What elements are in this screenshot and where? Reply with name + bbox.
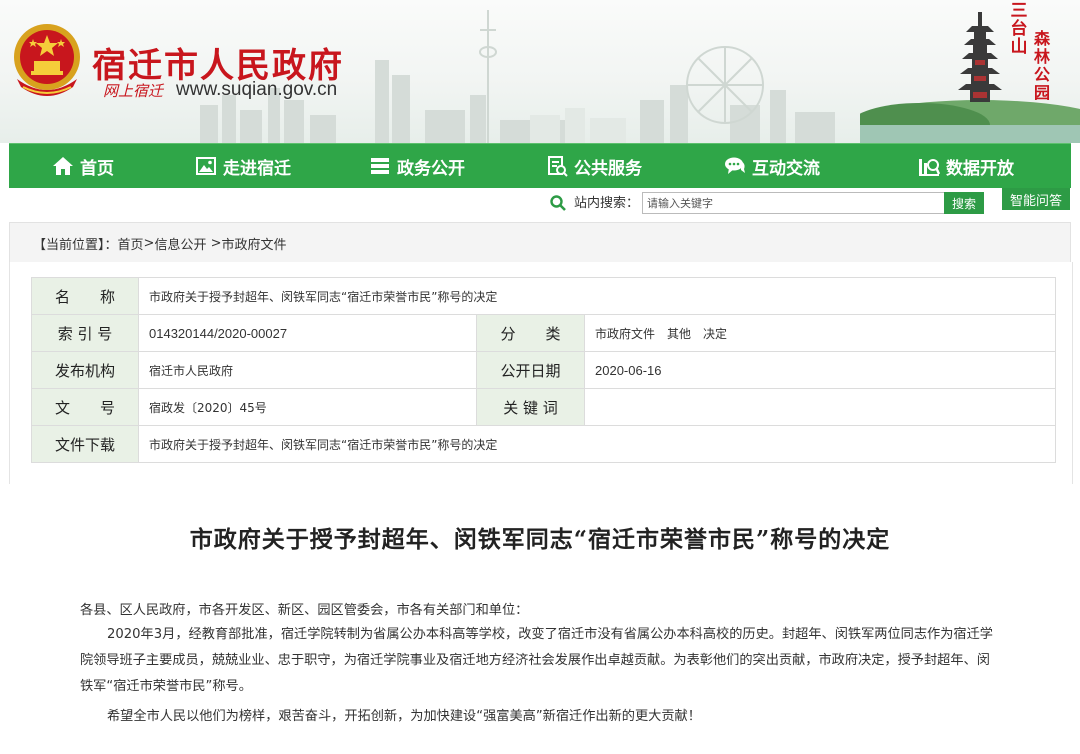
breadcrumb-gov-files[interactable]: 市政府文件: [222, 234, 287, 253]
search-icon[interactable]: [549, 194, 567, 212]
nav-label-open-data: 数据开放: [946, 158, 1014, 179]
document-info-panel: 名 称 市政府关于授予封超年、闵铁军同志“宿迁市荣誉市民”称号的决定 索 引 号…: [9, 262, 1073, 484]
breadcrumb: 【当前位置】： 首页 > 信息公开 > 市政府文件: [9, 222, 1071, 264]
search-input[interactable]: [642, 192, 948, 214]
table-row: 文 号 宿政发〔2020〕45号 关 键 词: [31, 388, 1056, 426]
image-icon: [196, 157, 216, 175]
home-icon: [53, 157, 73, 175]
list-icon: [371, 158, 389, 174]
document-info-table: 名 称 市政府关于授予封超年、闵铁军同志“宿迁市荣誉市民”称号的决定 索 引 号…: [31, 277, 1056, 463]
nav-label-interaction: 互动交流: [752, 158, 820, 179]
breadcrumb-info-open[interactable]: 信息公开: [154, 234, 206, 253]
keywords-value: [584, 388, 1056, 426]
index-label: 索 引 号: [31, 314, 139, 352]
download-label: 文件下载: [31, 425, 139, 463]
article-paragraph: 2020年3月，经教育部批准，宿迁学院转制为省属公办本科高等学校，改变了宿迁市没…: [80, 627, 993, 694]
table-row: 文件下载 市政府关于授予封超年、闵铁军同志“宿迁市荣誉市民”称号的决定: [31, 425, 1056, 463]
nav-item-public-service[interactable]: 公共服务: [505, 144, 683, 188]
name-value: 市政府关于授予封超年、闵铁军同志“宿迁市荣誉市民”称号的决定: [138, 277, 1056, 315]
article-salutation: 各县、区人民政府，市各开发区、新区、园区管委会，市各有关部门和单位：: [80, 603, 529, 618]
keywords-label: 关 键 词: [476, 388, 585, 426]
nav-item-interaction[interactable]: 互动交流: [683, 144, 861, 188]
nav-item-gov-affairs[interactable]: 政务公开: [329, 144, 505, 188]
breadcrumb-home[interactable]: 首页: [118, 234, 144, 253]
nav-label-about: 走进宿迁: [223, 158, 291, 179]
nav-item-open-data[interactable]: 数据开放: [861, 144, 1071, 188]
site-header: 宿迁市人民政府 网上宿迁 www.suqian.gov.cn 三台山 森林公园: [0, 0, 1080, 143]
breadcrumb-label: 【当前位置】：: [33, 237, 118, 253]
breadcrumb-separator: >: [210, 235, 222, 251]
search-label: 站内搜索：: [574, 196, 640, 211]
publisher-label: 发布机构: [31, 351, 139, 389]
smart-qa-button[interactable]: 智能问答: [1002, 188, 1070, 210]
service-icon: [548, 156, 568, 177]
article-paragraph: 希望全市人民以他们为榜样，艰苦奋斗，开拓创新，为加快建设“强富美高”新宿迁作出新…: [107, 709, 701, 724]
date-label: 公开日期: [476, 351, 585, 389]
main-nav: 首页 走进宿迁 政务公开 公共服务 互动交流 数据开放: [9, 143, 1071, 188]
index-value: 014320144/2020-00027: [138, 314, 477, 352]
table-row: 名 称 市政府关于授予封超年、闵铁军同志“宿迁市荣誉市民”称号的决定: [31, 277, 1056, 315]
calligraphy-park: 森林公园: [1033, 29, 1050, 102]
site-slogan: 网上宿迁: [103, 82, 164, 100]
table-row: 索 引 号 014320144/2020-00027 分 类 市政府文件 其他 …: [31, 314, 1056, 352]
download-link[interactable]: 市政府关于授予封超年、闵铁军同志“宿迁市荣誉市民”称号的决定: [138, 425, 1056, 463]
site-url[interactable]: www.suqian.gov.cn: [176, 79, 337, 101]
nav-item-about[interactable]: 走进宿迁: [157, 144, 329, 188]
data-icon: [919, 159, 940, 176]
category-value: 市政府文件 其他 决定: [584, 314, 1056, 352]
nav-item-home[interactable]: 首页: [9, 144, 157, 188]
publisher-value: 宿迁市人民政府: [138, 351, 477, 389]
article-title: 市政府关于授予封超年、闵铁军同志“宿迁市荣誉市民”称号的决定: [189, 526, 891, 553]
docno-value: 宿政发〔2020〕45号: [138, 388, 477, 426]
calligraphy-sansheng: 三台山: [1010, 1, 1028, 57]
national-emblem-logo: [14, 24, 80, 96]
category-label: 分 类: [476, 314, 585, 352]
nav-label-home: 首页: [80, 158, 114, 179]
nav-label-public-service: 公共服务: [574, 158, 642, 179]
date-value: 2020-06-16: [584, 351, 1056, 389]
breadcrumb-separator: >: [143, 235, 155, 251]
docno-label: 文 号: [31, 388, 139, 426]
chat-icon: [725, 157, 745, 174]
name-label: 名 称: [31, 277, 139, 315]
table-row: 发布机构 宿迁市人民政府 公开日期 2020-06-16: [31, 351, 1056, 389]
nav-label-gov-affairs: 政务公开: [397, 158, 465, 179]
search-button[interactable]: 搜索: [944, 192, 984, 214]
